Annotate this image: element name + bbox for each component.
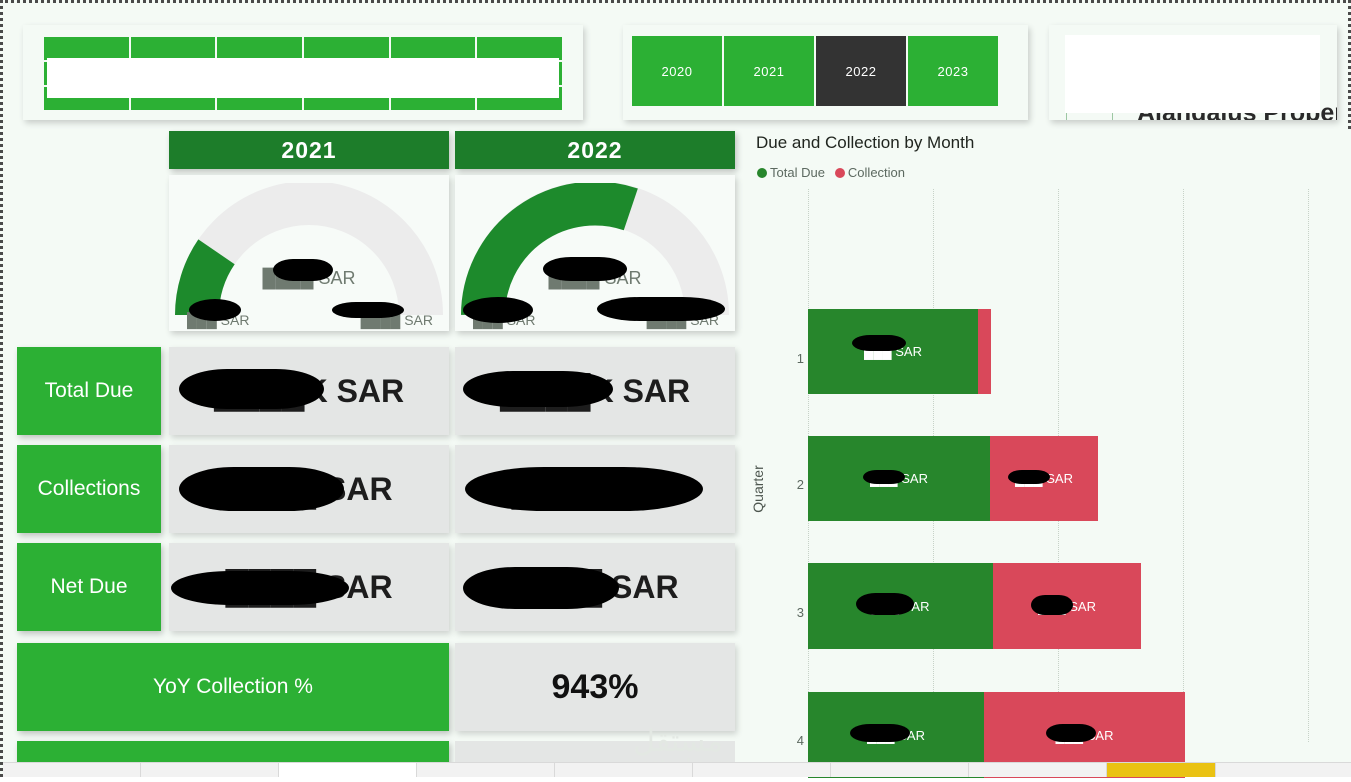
metric-value-total-due-2021: ████K SAR — [169, 347, 449, 435]
property-slicer-card[interactable] — [23, 25, 583, 120]
legend-dot-icon — [757, 167, 767, 178]
gauge-card-2022: ████ SAR ███ SAR ████ SAR — [455, 175, 735, 331]
year-button-2020[interactable]: 2020 — [632, 36, 722, 106]
chart-plot-area: Quarter 1 ███ SAR 2 ███ SAR ███ SAR 3 ██… — [748, 189, 1351, 778]
gauge-min-2022: ███ SAR — [473, 312, 536, 328]
gauge-min-2021: ███ SAR — [187, 312, 250, 328]
chart-title: Due and Collection by Month — [756, 133, 975, 152]
gauge-arc-2021 — [174, 183, 443, 316]
metric-value-collections-2021: ████ SAR — [169, 445, 449, 533]
slicer-cell[interactable] — [217, 37, 302, 60]
metric-label-total-due: Total Due — [17, 347, 161, 435]
legend-dot-icon — [834, 167, 845, 178]
metric-value-net-due-2022: ████ SAR — [455, 543, 735, 631]
metric-label-collections: Collections — [17, 445, 161, 533]
gridline — [1308, 189, 1309, 742]
year-button-2023[interactable]: 2023 — [908, 36, 998, 106]
gauge-max-2021: ████ SAR — [360, 312, 433, 328]
legend-label: Collection — [847, 165, 906, 180]
slicer-cell[interactable] — [390, 37, 476, 60]
page-tab[interactable] — [3, 763, 141, 777]
metric-label-net-due: Net Due — [17, 543, 161, 631]
year-slicer[interactable]: 2020 2021 2022 2023 — [632, 36, 998, 106]
gauge-value-2022: ████ SAR — [548, 268, 642, 288]
gauge-max-2022: ████ SAR — [646, 312, 719, 328]
page-tab[interactable] — [1216, 763, 1351, 777]
gauge-arc-2022 — [461, 183, 729, 316]
y-tick-label-2: 2 — [796, 477, 804, 492]
gauge-card-2021: ████ SAR ███ SAR ████ SAR — [169, 175, 449, 331]
year-slicer-card: 2020 2021 2022 2023 — [623, 25, 1028, 120]
metric-value-net-due-2021: ████ SAR — [169, 543, 449, 631]
yoy-collection-value: 943% — [455, 643, 735, 731]
bar-data-label: ███ SAR — [1055, 727, 1114, 743]
page-tab-active[interactable] — [279, 763, 417, 777]
year-button-2022[interactable]: 2022 — [816, 36, 906, 106]
metric-value-collections-2022: ████ SAR — [455, 445, 735, 533]
metric-value-text: ████K SAR — [499, 372, 691, 409]
brand-card: Alandalus Property — [1049, 25, 1337, 120]
bar-data-label: ███ SAR — [871, 598, 930, 614]
page-tab[interactable] — [417, 763, 555, 777]
page-tab[interactable] — [969, 763, 1107, 777]
gridline — [1183, 189, 1184, 742]
report-canvas: 2020 2021 2022 2023 Alandalus Property 2… — [0, 0, 1351, 778]
bar-data-label: ███ SAR — [1038, 598, 1096, 614]
metric-value-text: ████ SAR — [511, 470, 679, 507]
bar-segment-collection-q3[interactable]: ███ SAR — [993, 563, 1141, 649]
page-tab[interactable] — [555, 763, 693, 777]
y-tick-label-3: 3 — [796, 605, 804, 620]
page-tab[interactable] — [141, 763, 279, 777]
bar-segment-total-due-q2[interactable]: ███ SAR — [808, 436, 990, 521]
y-tick-label-1: 1 — [796, 351, 804, 366]
bar-data-label: ███ SAR — [870, 471, 928, 486]
bar-segment-collection-q2[interactable]: ███ SAR — [990, 436, 1098, 521]
column-header-2021: 2021 — [169, 131, 449, 169]
brand-redaction-overlay — [1065, 35, 1320, 113]
metric-value-text: ████ SAR — [225, 470, 393, 507]
slicer-cell[interactable] — [130, 37, 216, 60]
slicer-cell[interactable] — [477, 37, 562, 60]
y-axis-title: Quarter — [750, 465, 766, 513]
gauge-value-2021: ████ SAR — [262, 268, 356, 288]
bar-segment-total-due-q3[interactable]: ███ SAR — [808, 563, 993, 649]
metric-value-text: ████ SAR — [511, 568, 679, 605]
page-tab-strip[interactable] — [3, 762, 1351, 777]
y-tick-label-4: 4 — [796, 733, 804, 748]
legend-item-collection[interactable]: Collection — [834, 165, 906, 180]
slicer-redaction-overlay — [47, 58, 559, 98]
legend-item-total-due[interactable]: Total Due — [757, 165, 825, 180]
slicer-cell[interactable] — [303, 37, 389, 60]
column-header-2022: 2022 — [455, 131, 735, 169]
metric-value-text: ████K SAR — [213, 372, 405, 409]
bar-data-label: ███ SAR — [864, 344, 922, 359]
year-button-2021[interactable]: 2021 — [724, 36, 814, 106]
due-collection-chart: Due and Collection by Month Total Due Co… — [748, 129, 1351, 778]
page-tab[interactable] — [693, 763, 831, 777]
yoy-collection-label: YoY Collection % — [17, 643, 449, 731]
legend-label: Total Due — [770, 165, 825, 180]
page-tab-accent[interactable] — [1107, 763, 1216, 777]
slicer-cell[interactable] — [44, 37, 129, 60]
bar-segment-total-due-q1[interactable]: ███ SAR — [808, 309, 978, 394]
page-tab[interactable] — [831, 763, 969, 777]
chart-legend[interactable]: Total Due Collection — [757, 165, 911, 180]
bar-data-label: ███ SAR — [1015, 471, 1073, 486]
metric-value-text: ████ SAR — [225, 568, 393, 605]
bar-segment-collection-q1[interactable] — [978, 309, 991, 394]
bar-data-label: ███ SAR — [867, 727, 925, 743]
metric-value-total-due-2022: ████K SAR — [455, 347, 735, 435]
